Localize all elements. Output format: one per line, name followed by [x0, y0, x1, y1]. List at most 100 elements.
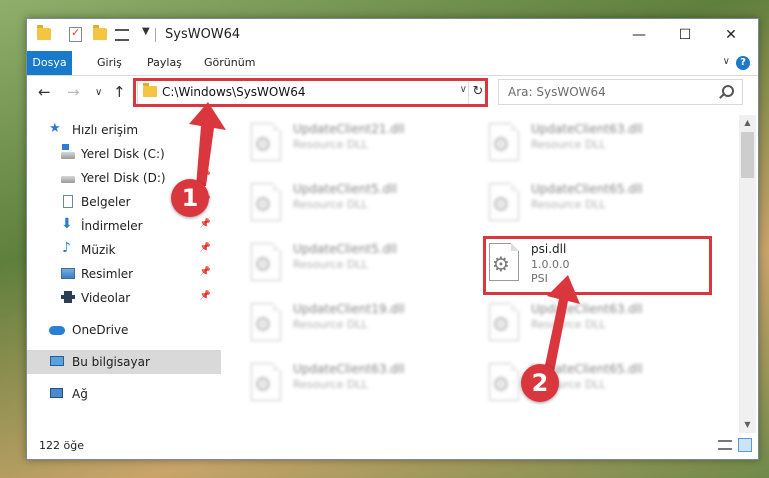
minimize-button[interactable]: — — [616, 19, 662, 51]
sidebar-item-onedrive[interactable]: OneDrive — [27, 318, 221, 342]
vertical-scrollbar[interactable]: ▲ ▼ — [739, 115, 756, 433]
dll-file-icon — [489, 183, 519, 221]
tab-home[interactable]: Giriş — [89, 51, 130, 75]
sidebar-item-label: Bu bilgisayar — [72, 355, 150, 369]
navigation-pane: ★ Hızlı erişim Yerel Disk (C:) 📌 Yerel D… — [27, 115, 221, 433]
step-marker-1: 1 — [171, 179, 209, 217]
file-description: Resource DLL — [531, 138, 606, 151]
file-name: UpdateClient65.dll — [531, 182, 643, 196]
window-title: SysWOW64 — [165, 27, 241, 42]
sidebar-item-label: Hızlı erişim — [72, 123, 139, 137]
details-view-icon[interactable] — [718, 440, 732, 450]
sidebar-item-disk-c[interactable]: Yerel Disk (C:) 📌 — [27, 142, 221, 166]
view-icon[interactable] — [115, 29, 129, 41]
file-name: UpdateClient5.dll — [293, 182, 397, 196]
sidebar-item-pictures[interactable]: Resimler 📌 — [27, 262, 221, 286]
file-name: UpdateClient19.dll — [293, 302, 405, 316]
sidebar-item-label: Videolar — [81, 291, 131, 305]
file-item[interactable]: UpdateClient5.dll Resource DLL — [245, 179, 473, 231]
sidebar-item-label: Belgeler — [81, 195, 131, 209]
file-item[interactable]: UpdateClient65.dll Resource DLL — [483, 359, 711, 411]
sidebar-item-label: Yerel Disk (C:) — [81, 147, 165, 161]
star-icon: ★ — [49, 121, 61, 136]
file-name: UpdateClient63.dll — [293, 362, 405, 376]
file-item[interactable]: UpdateClient63.dll Resource DLL — [245, 359, 473, 411]
dll-file-icon — [251, 123, 281, 161]
file-description: Resource DLL — [293, 378, 368, 391]
tab-view[interactable]: Görünüm — [196, 51, 263, 75]
sidebar-item-quick-access[interactable]: ★ Hızlı erişim — [27, 118, 221, 142]
tiles-view-icon[interactable] — [738, 438, 752, 452]
tab-share[interactable]: Paylaş — [139, 51, 190, 75]
file-name: UpdateClient63.dll — [531, 302, 643, 316]
up-button[interactable]: ↑ — [113, 83, 126, 101]
sidebar-item-label: Ağ — [72, 387, 88, 401]
recent-locations-button[interactable]: ∨ — [95, 87, 102, 98]
sidebar-item-network[interactable]: Ağ — [27, 382, 221, 406]
pin-icon: 📌 — [199, 219, 211, 229]
sidebar-item-label: Yerel Disk (D:) — [81, 171, 166, 185]
music-icon: ♪ — [62, 240, 71, 256]
dll-file-icon — [251, 183, 281, 221]
videos-icon — [61, 291, 75, 303]
sidebar-item-music[interactable]: ♪ Müzik 📌 — [27, 238, 221, 262]
new-folder-icon[interactable] — [93, 25, 107, 40]
file-item[interactable]: UpdateClient65.dll Resource DLL — [483, 179, 711, 231]
file-item[interactable]: UpdateClient5.dll Resource DLL — [245, 239, 473, 291]
dll-file-icon — [251, 363, 281, 401]
step-marker-2: 2 — [521, 364, 559, 402]
close-button[interactable]: ✕ — [708, 19, 754, 51]
ribbon-tabs: Dosya Giriş Paylaş Görünüm ∨ ? — [27, 51, 758, 76]
file-name: UpdateClient5.dll — [293, 242, 397, 256]
sidebar-item-label: OneDrive — [72, 323, 129, 337]
status-bar: 122 öğe — [27, 433, 758, 459]
sidebar-item-label: Resimler — [81, 267, 134, 281]
forward-button[interactable]: → — [67, 83, 80, 101]
file-description: Resource DLL — [293, 198, 368, 211]
pin-icon: 📌 — [199, 267, 211, 277]
file-description: Resource DLL — [293, 138, 368, 151]
quick-access-dropdown-icon[interactable]: ▼ — [142, 26, 150, 37]
dll-file-icon — [251, 243, 281, 281]
computer-icon — [50, 356, 64, 366]
search-box[interactable]: Ara: SysWOW64 — [498, 79, 743, 105]
file-item[interactable]: UpdateClient19.dll Resource DLL — [245, 299, 473, 351]
sidebar-item-label: İndirmeler — [81, 219, 143, 233]
back-button[interactable]: ← — [38, 83, 51, 101]
file-item[interactable]: UpdateClient21.dll Resource DLL — [245, 119, 473, 171]
network-icon — [50, 388, 63, 398]
file-item[interactable]: UpdateClient63.dll Resource DLL — [483, 119, 711, 171]
drive-icon — [61, 144, 75, 159]
tab-file[interactable]: Dosya — [27, 51, 72, 75]
dll-file-icon — [489, 363, 519, 401]
folder-icon[interactable] — [37, 25, 51, 40]
sidebar-item-downloads[interactable]: ⬇ İndirmeler 📌 — [27, 214, 221, 238]
file-item[interactable]: UpdateClient63.dll Resource DLL — [483, 299, 711, 351]
dll-file-icon — [489, 303, 519, 341]
sidebar-item-this-pc[interactable]: Bu bilgisayar — [27, 350, 221, 374]
help-icon[interactable]: ? — [736, 56, 750, 70]
scroll-thumb[interactable] — [741, 132, 754, 178]
file-description: Resource DLL — [531, 318, 606, 331]
ribbon-expand-icon[interactable]: ∨ — [723, 56, 730, 67]
search-placeholder[interactable]: Ara: SysWOW64 — [508, 85, 606, 99]
file-name: UpdateClient21.dll — [293, 122, 405, 136]
scroll-down-icon[interactable]: ▼ — [739, 417, 756, 433]
downloads-icon: ⬇ — [61, 216, 73, 232]
maximize-button[interactable]: ☐ — [662, 19, 708, 51]
title-separator — [155, 28, 156, 42]
dll-file-icon — [489, 123, 519, 161]
search-icon[interactable] — [722, 85, 734, 97]
item-count: 122 öğe — [39, 439, 84, 452]
address-highlight-box — [133, 78, 488, 107]
properties-icon[interactable] — [69, 26, 82, 42]
pin-icon: 📌 — [199, 291, 211, 301]
pictures-icon — [61, 268, 75, 279]
file-description: Resource DLL — [293, 318, 368, 331]
documents-icon — [63, 195, 73, 208]
pin-icon: 📌 — [199, 243, 211, 253]
onedrive-icon — [49, 326, 65, 335]
sidebar-item-videos[interactable]: Videolar 📌 — [27, 286, 221, 310]
scroll-up-icon[interactable]: ▲ — [739, 115, 756, 131]
drive-icon — [61, 176, 75, 183]
